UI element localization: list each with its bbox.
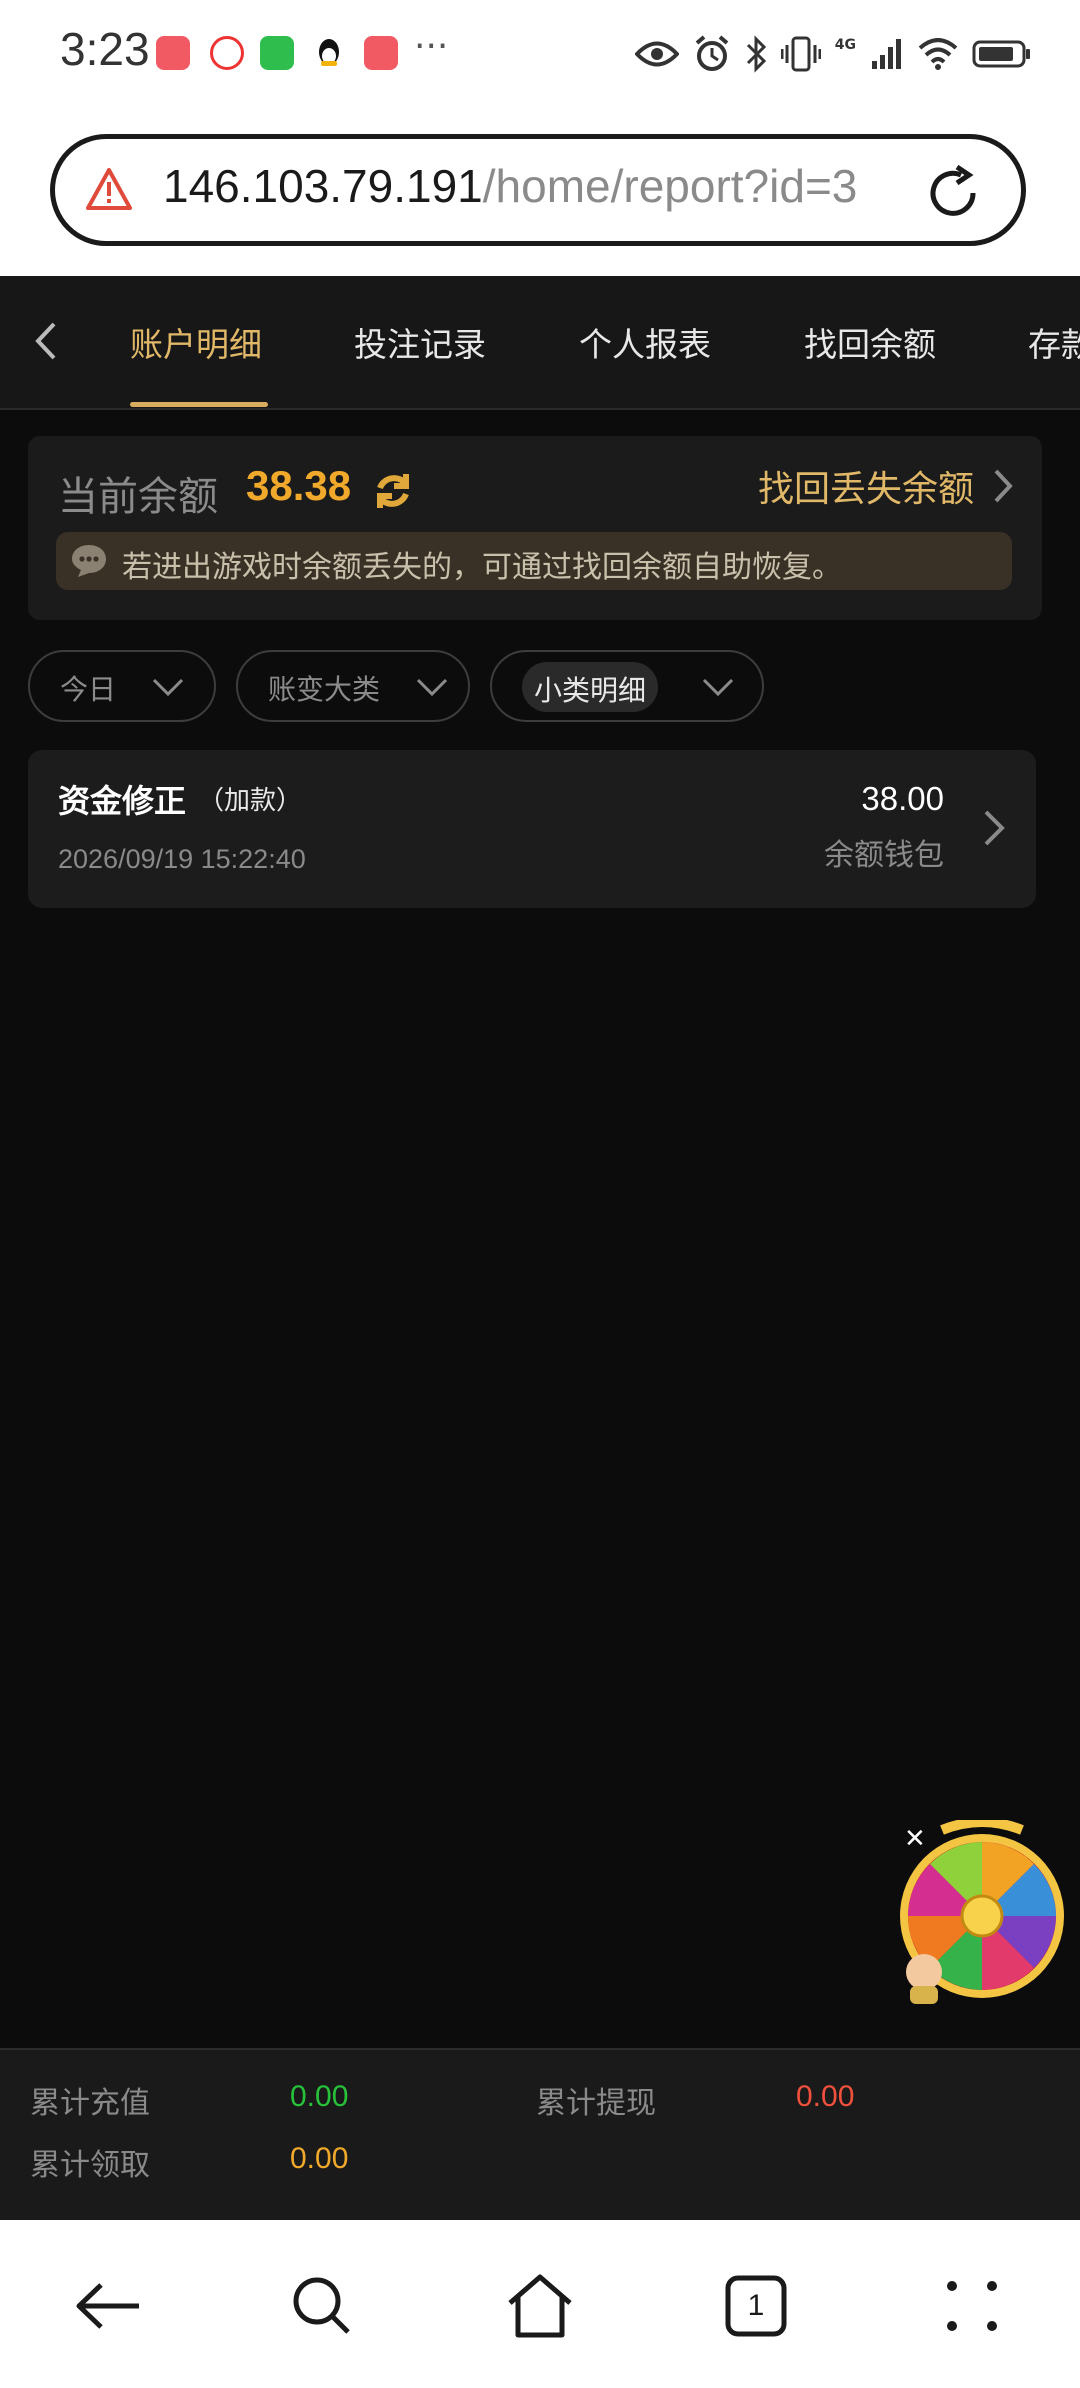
url-path: /home/report?id=3 — [482, 160, 858, 212]
back-chevron-icon[interactable] — [30, 316, 60, 366]
notice-banner: 若进出游戏时余额丢失的，可通过找回余额自助恢复。 — [56, 532, 1012, 590]
summary-panel: 累计充值 0.00 累计提现 0.00 累计领取 0.00 — [0, 2048, 1080, 2222]
transaction-amount: 38.00 — [861, 780, 944, 817]
total-withdraw-label: 累计提现 — [536, 2086, 656, 2121]
nav-back-button[interactable] — [68, 2266, 148, 2346]
subcategory-pill: 小类明细 — [522, 662, 659, 712]
signal-icon — [872, 39, 901, 69]
shopping-app-icon — [156, 36, 190, 70]
bluetooth-icon — [746, 35, 766, 73]
chat-bubble-icon — [72, 545, 106, 577]
category-filter-label: 账变大类 — [268, 673, 381, 706]
close-widget-icon[interactable]: ✕ — [904, 1824, 926, 1854]
date-filter-label: 今日 — [60, 673, 117, 706]
notice-text: 若进出游戏时余额丢失的，可通过找回余额自助恢复。 — [122, 550, 842, 585]
wechat-icon — [260, 36, 294, 70]
transaction-row[interactable]: 资金修正 （加款） 2026/09/19 15:22:40 38.00 余额钱包 — [28, 750, 1036, 908]
more-notifications-icon: ··· — [414, 26, 449, 67]
transaction-wallet: 余额钱包 — [824, 838, 944, 873]
status-time: 3:23 — [60, 23, 150, 75]
tab-count: 1 — [747, 2289, 765, 2322]
date-filter-dropdown[interactable]: 今日 — [28, 650, 216, 722]
refresh-balance-icon[interactable] — [372, 470, 414, 512]
url-host: 146.103.79.191 — [163, 160, 483, 212]
nav-home-button[interactable] — [500, 2266, 580, 2346]
tab-personal-report[interactable]: 个人报表 — [579, 318, 711, 366]
tab-bet-records[interactable]: 投注记录 — [354, 318, 486, 366]
subcategory-filter-label: 小类明细 — [534, 674, 647, 707]
bonus-wheel-widget[interactable]: ✕ — [896, 1817, 1068, 2006]
qq-icon — [312, 36, 346, 70]
alarm-icon — [695, 35, 729, 71]
address-bar[interactable]: 146.103.79.191/home/report?id=3 — [50, 134, 1026, 246]
search-icon — [293, 2277, 350, 2334]
nav-search-button[interactable] — [282, 2266, 362, 2346]
balance-label: 当前余额 — [58, 474, 218, 520]
category-filter-dropdown[interactable]: 账变大类 — [236, 650, 470, 722]
nav-tabs-button[interactable]: 1 — [716, 2266, 796, 2346]
total-withdraw-value: 0.00 — [796, 2080, 855, 2113]
report-tab-bar: 账户明细 投注记录 个人报表 找回余额 存款 — [0, 276, 1080, 410]
recover-lost-balance-link[interactable]: 找回丢失余额 — [758, 460, 1014, 512]
network-type: 4G — [834, 37, 856, 53]
transaction-subtitle: （加款） — [198, 786, 303, 816]
transaction-datetime: 2026/09/19 15:22:40 — [58, 844, 306, 874]
balance-value: 38.38 — [246, 462, 352, 509]
chevron-right-icon — [994, 469, 1013, 503]
total-deposit-label: 累计充值 — [30, 2086, 150, 2121]
vibrate-icon — [780, 36, 821, 72]
tab-recover-balance[interactable]: 找回余额 — [804, 318, 936, 366]
browser-nav-bar: 1 — [0, 2220, 1080, 2388]
tab-deposit[interactable]: 存款 — [1028, 318, 1080, 366]
recover-link-label: 找回丢失余额 — [757, 469, 974, 510]
url-text[interactable]: 146.103.79.191/home/report?id=3 — [163, 159, 943, 213]
menu-dots-icon — [947, 2281, 997, 2331]
baidu-map-icon — [210, 36, 244, 70]
chevron-down-icon — [152, 678, 184, 697]
browser-toolbar: 146.103.79.191/home/report?id=3 — [0, 110, 1080, 276]
status-icons: 4G — [634, 32, 1032, 76]
subcategory-filter-dropdown[interactable]: 小类明细 — [490, 650, 764, 722]
wifi-icon — [918, 38, 958, 70]
total-deposit-value: 0.00 — [290, 2080, 349, 2113]
active-tab-indicator — [130, 402, 268, 407]
total-claim-label: 累计领取 — [30, 2148, 150, 2183]
status-bar: 3:23 ··· 4G — [0, 0, 1080, 110]
eye-icon — [634, 41, 679, 67]
chevron-down-icon — [416, 678, 448, 697]
back-arrow-icon — [76, 2283, 139, 2329]
balance-card: 当前余额 38.38 找回丢失余额 若进出游戏时余额丢失的，可通过找回余额自助恢… — [28, 436, 1042, 620]
chevron-right-icon — [984, 810, 1005, 846]
chevron-down-icon — [702, 678, 734, 697]
nav-menu-button[interactable] — [932, 2266, 1012, 2346]
total-claim-value: 0.00 — [290, 2142, 349, 2175]
warning-icon[interactable] — [85, 167, 133, 211]
tab-account-details[interactable]: 账户明细 — [130, 318, 262, 366]
transaction-title: 资金修正 — [58, 782, 187, 820]
reload-icon[interactable] — [923, 163, 983, 223]
shopping-app-icon-2 — [364, 36, 398, 70]
home-icon — [508, 2274, 572, 2338]
battery-icon — [972, 40, 1030, 68]
